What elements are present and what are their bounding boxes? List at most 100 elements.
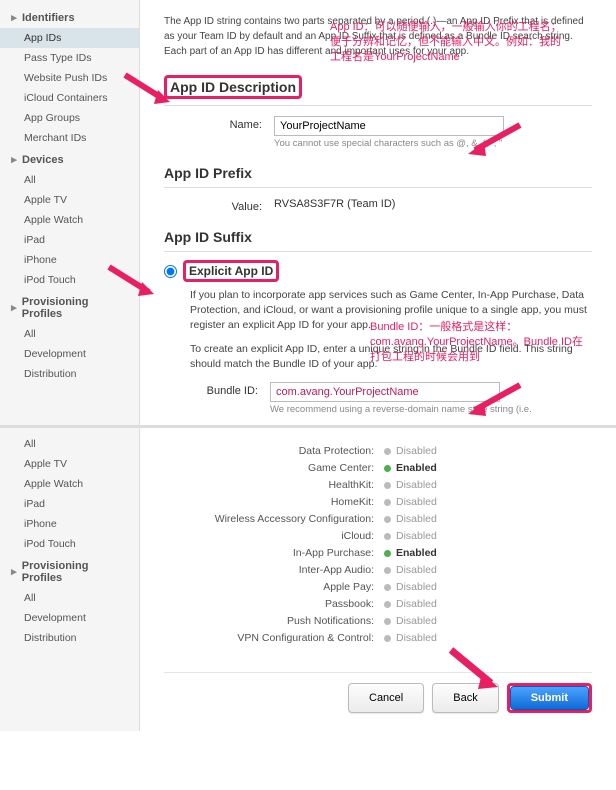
sidebar-item-apple-watch[interactable]: Apple Watch bbox=[0, 210, 139, 230]
sidebar2-item-ipod-touch[interactable]: iPod Touch bbox=[0, 534, 139, 554]
service-row: HomeKit: Disabled bbox=[164, 496, 592, 508]
status-dot-icon bbox=[384, 567, 391, 574]
sidebar-item-app-groups[interactable]: App Groups bbox=[0, 108, 139, 128]
submit-button[interactable]: Submit bbox=[510, 686, 589, 710]
status-dot-icon bbox=[384, 499, 391, 506]
status-dot-icon bbox=[384, 618, 391, 625]
sidebar-item-icloud-containers[interactable]: iCloud Containers bbox=[0, 88, 139, 108]
sidebar-item-devices-all[interactable]: All bbox=[0, 170, 139, 190]
name-hint: You cannot use special characters such a… bbox=[274, 138, 592, 149]
intro-text: The App ID string contains two parts sep… bbox=[164, 14, 592, 59]
section-app-id-prefix: App ID Prefix bbox=[164, 165, 592, 188]
status-dot-icon bbox=[384, 550, 391, 557]
sidebar2-item-apple-tv[interactable]: Apple TV bbox=[0, 454, 139, 474]
sidebar-item-pass-type-ids[interactable]: Pass Type IDs bbox=[0, 48, 139, 68]
sidebar2-item-apple-watch[interactable]: Apple Watch bbox=[0, 474, 139, 494]
explicit-description-2: To create an explicit App ID, enter a un… bbox=[190, 342, 592, 372]
bundle-id-input[interactable] bbox=[270, 382, 500, 402]
sidebar2-item-prov-development[interactable]: Development bbox=[0, 608, 139, 628]
highlight-box: App ID Description bbox=[164, 75, 302, 99]
back-button[interactable]: Back bbox=[432, 683, 498, 713]
service-row: Wireless Accessory Configuration:Disable… bbox=[164, 513, 592, 525]
status-dot-icon bbox=[384, 448, 391, 455]
prefix-value-label: Value: bbox=[164, 198, 274, 213]
sidebar2-item-all[interactable]: All bbox=[0, 434, 139, 454]
section-app-id-description: App ID Description bbox=[164, 75, 592, 106]
service-status: Disabled bbox=[396, 530, 437, 542]
highlight-box: Submit bbox=[507, 683, 592, 713]
service-label: iCloud: bbox=[164, 530, 384, 542]
service-label: In-App Purchase: bbox=[164, 547, 384, 559]
sidebar2-item-prov-all[interactable]: All bbox=[0, 588, 139, 608]
cancel-button[interactable]: Cancel bbox=[348, 683, 424, 713]
service-label: HealthKit: bbox=[164, 479, 384, 491]
sidebar-header-devices[interactable]: ▸Devices bbox=[0, 148, 139, 170]
explicit-description-1: If you plan to incorporate app services … bbox=[190, 288, 592, 334]
service-label: Wireless Accessory Configuration: bbox=[164, 513, 384, 525]
sidebar2-item-iphone[interactable]: iPhone bbox=[0, 514, 139, 534]
sidebar2-item-prov-distribution[interactable]: Distribution bbox=[0, 628, 139, 648]
explicit-app-id-radio[interactable] bbox=[164, 265, 177, 278]
status-dot-icon bbox=[384, 533, 391, 540]
sidebar: ▸Identifiers App IDs Pass Type IDs Websi… bbox=[0, 0, 140, 425]
service-row: Data Protection: Disabled bbox=[164, 445, 592, 457]
sidebar-item-ipad[interactable]: iPad bbox=[0, 230, 139, 250]
service-status: Disabled bbox=[396, 496, 437, 508]
service-label: Inter-App Audio: bbox=[164, 564, 384, 576]
service-status: Disabled bbox=[396, 564, 437, 576]
sidebar-item-iphone[interactable]: iPhone bbox=[0, 250, 139, 270]
service-row: VPN Configuration & Control: Disabled bbox=[164, 632, 592, 644]
status-dot-icon bbox=[384, 482, 391, 489]
service-label: Data Protection: bbox=[164, 445, 384, 457]
services-panel: Data Protection: Disabled Game Center:Enab… bbox=[140, 428, 616, 731]
sidebar-item-website-push-ids[interactable]: Website Push IDs bbox=[0, 68, 139, 88]
disclosure-icon: ▸ bbox=[10, 14, 18, 22]
service-label: HomeKit: bbox=[164, 496, 384, 508]
status-dot-icon bbox=[384, 601, 391, 608]
name-input[interactable] bbox=[274, 116, 504, 136]
disclosure-icon: ▸ bbox=[10, 568, 18, 576]
service-row: iCloud: Disabled bbox=[164, 530, 592, 542]
sidebar2-header-provisioning[interactable]: ▸Provisioning Profiles bbox=[0, 554, 139, 588]
name-label: Name: bbox=[164, 116, 274, 131]
service-row: HealthKit: Disabled bbox=[164, 479, 592, 491]
bundle-id-hint: We recommend using a reverse-domain name… bbox=[270, 404, 592, 415]
service-row: Push Notifications:Disabled bbox=[164, 615, 592, 627]
sidebar-item-apple-tv[interactable]: Apple TV bbox=[0, 190, 139, 210]
sidebar-item-prov-all[interactable]: All bbox=[0, 324, 139, 344]
service-label: Apple Pay: bbox=[164, 581, 384, 593]
service-row: In-App Purchase: Enabled bbox=[164, 547, 592, 559]
sidebar-item-prov-development[interactable]: Development bbox=[0, 344, 139, 364]
status-dot-icon bbox=[384, 516, 391, 523]
bundle-id-label: Bundle ID: bbox=[190, 382, 270, 397]
service-label: VPN Configuration & Control: bbox=[164, 632, 384, 644]
service-row: Game Center:Enabled bbox=[164, 462, 592, 474]
explicit-app-id-label: Explicit App ID bbox=[183, 260, 279, 282]
service-row: Apple Pay:Disabled bbox=[164, 581, 592, 593]
service-status: Disabled bbox=[396, 479, 437, 491]
sidebar-header-provisioning[interactable]: ▸Provisioning Profiles bbox=[0, 290, 139, 324]
services-list: Data Protection: Disabled Game Center:Enab… bbox=[164, 445, 592, 644]
sidebar-item-prov-distribution[interactable]: Distribution bbox=[0, 364, 139, 384]
service-label: Passbook: bbox=[164, 598, 384, 610]
service-status: Disabled bbox=[396, 445, 437, 457]
sidebar2-item-ipad[interactable]: iPad bbox=[0, 494, 139, 514]
service-status: Enabled bbox=[396, 462, 437, 474]
sidebar-item-merchant-ids[interactable]: Merchant IDs bbox=[0, 128, 139, 148]
status-dot-icon bbox=[384, 584, 391, 591]
sidebar-2: All Apple TV Apple Watch iPad iPhone iPo… bbox=[0, 428, 140, 731]
button-bar: Cancel Back Submit bbox=[164, 672, 592, 713]
service-status: Disabled bbox=[396, 615, 437, 627]
section-app-id-suffix: App ID Suffix bbox=[164, 229, 592, 252]
status-dot-icon bbox=[384, 465, 391, 472]
status-dot-icon bbox=[384, 635, 391, 642]
sidebar-header-identifiers[interactable]: ▸Identifiers bbox=[0, 6, 139, 28]
service-status: Disabled bbox=[396, 632, 437, 644]
disclosure-icon: ▸ bbox=[10, 156, 18, 164]
sidebar-item-app-ids[interactable]: App IDs bbox=[0, 28, 139, 48]
service-status: Disabled bbox=[396, 598, 437, 610]
main-content: The App ID string contains two parts sep… bbox=[140, 0, 616, 425]
sidebar-item-ipod-touch[interactable]: iPod Touch bbox=[0, 270, 139, 290]
service-row: Passbook: Disabled bbox=[164, 598, 592, 610]
service-status: Enabled bbox=[396, 547, 437, 559]
